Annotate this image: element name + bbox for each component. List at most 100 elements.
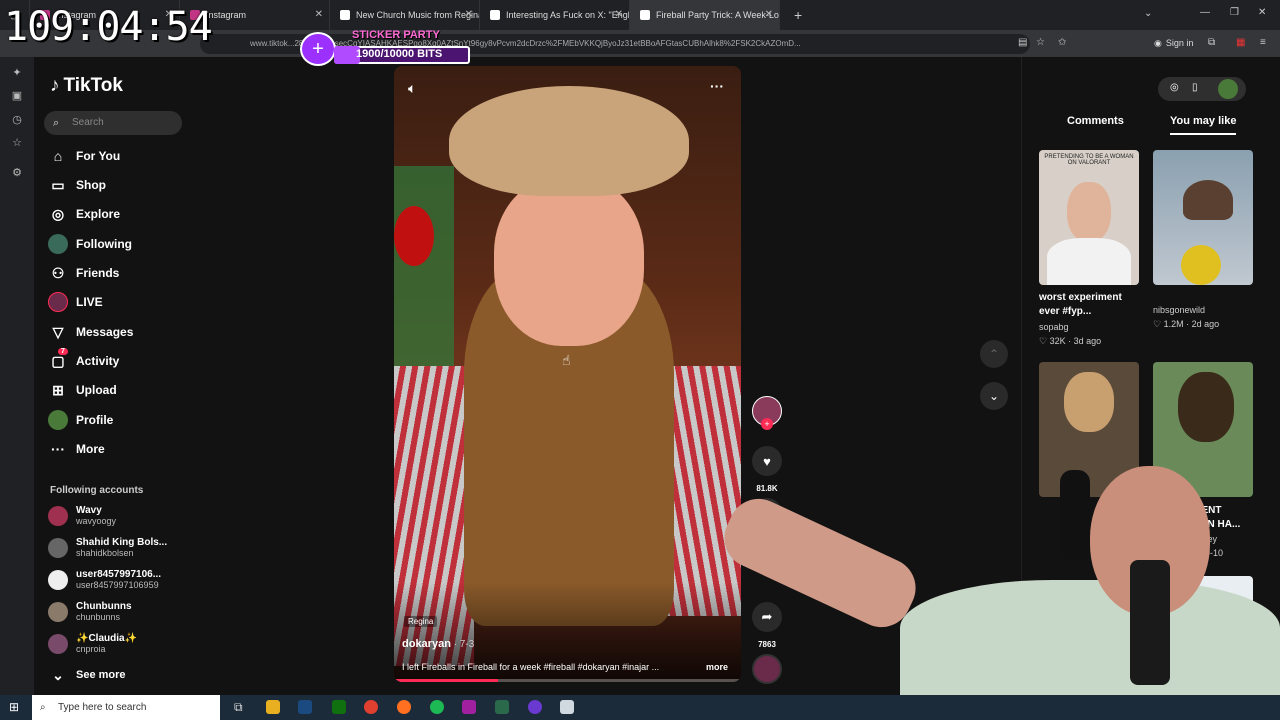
sign-in-button[interactable]: ◉ Sign in [1154, 38, 1193, 49]
search-icon: ⌕ [53, 117, 60, 129]
tiktok-logo[interactable]: ♪ TikTok [50, 75, 123, 97]
tab-fireball[interactable]: Fireball Party Trick: A Week-Lor ✕ [630, 0, 780, 30]
compass-icon[interactable]: ◎ [1170, 82, 1179, 93]
recommended-video-thumb[interactable] [1153, 150, 1253, 285]
sign-in-label: Sign in [1165, 38, 1194, 48]
activity-icon: ▢ 7 [48, 348, 68, 371]
previous-video-button[interactable]: ⌃ [980, 340, 1008, 368]
close-icon[interactable]: ✕ [465, 9, 473, 20]
nav-messages[interactable]: ▽ Messages [48, 321, 134, 343]
music-badge[interactable]: Regina [404, 616, 438, 627]
top-icons-group: ◎ ▯ [1158, 77, 1246, 101]
chrome-icon[interactable] [364, 700, 378, 714]
file-explorer-icon[interactable] [266, 700, 280, 714]
favorites-icon[interactable]: ✩ [1058, 37, 1066, 48]
star-icon[interactable]: ☆ [11, 137, 23, 149]
settings-icon[interactable]: ⚙ [11, 167, 23, 179]
nav-upload[interactable]: ⊞ Upload [48, 379, 117, 401]
excel-icon[interactable] [495, 700, 509, 714]
nav-profile[interactable]: Profile [48, 409, 113, 431]
xbox-icon[interactable] [332, 700, 346, 714]
avatar [48, 634, 68, 654]
messenger-icon[interactable] [528, 700, 542, 714]
history-icon[interactable]: ◷ [11, 114, 23, 126]
caption-more-link[interactable]: more [706, 662, 728, 672]
app-icon[interactable] [560, 700, 574, 714]
reader-icon[interactable]: ▤ [1018, 37, 1027, 48]
search-icon: ⌕ [40, 702, 46, 713]
close-window-button[interactable]: ✕ [1258, 7, 1266, 18]
close-icon[interactable]: ✕ [615, 9, 623, 20]
music-note-icon: ♪ [50, 75, 60, 96]
bits-count: 1900/10000 BITS [356, 48, 443, 60]
video-caption: I left Fireballs in Fireball for a week … [402, 662, 660, 672]
share-button[interactable]: ➦ 7863 [752, 602, 782, 649]
close-icon[interactable]: ✕ [315, 9, 323, 20]
video-player[interactable]: 🔈︎ ··· ☝︎ Regina dokaryan · 7-3 I left F… [394, 66, 741, 682]
account-item[interactable]: Chunbunns chunbunns [48, 599, 132, 625]
firefox-icon[interactable] [397, 700, 411, 714]
tab-church-music[interactable]: New Church Music from Regina ✕ [330, 0, 480, 30]
more-options-icon[interactable]: ··· [710, 78, 724, 94]
phone-icon[interactable]: ▯ [1192, 82, 1198, 93]
avatar[interactable] [1218, 79, 1238, 99]
minimize-button[interactable]: — [1200, 7, 1210, 18]
app-icon[interactable] [462, 700, 476, 714]
nav-live[interactable]: LIVE [48, 291, 103, 313]
account-item[interactable]: ✨Claudia✨ cnproia [48, 631, 137, 657]
windows-start-icon[interactable]: ⊞ [9, 700, 19, 714]
account-item[interactable]: user8457997106... user8457997106959 [48, 567, 161, 593]
thumb-face [1064, 372, 1114, 432]
recommended-video-caption[interactable]: worst experiment ever #fyp... [1039, 291, 1139, 319]
task-view-icon[interactable]: ⧉ [234, 700, 243, 715]
recommended-video-user[interactable]: sopabg [1039, 322, 1069, 332]
music-disc-icon [752, 654, 782, 684]
menu-icon[interactable]: ≡ [1260, 37, 1266, 48]
spotify-icon[interactable] [430, 700, 444, 714]
tab-x-post[interactable]: Interesting As Fuck on X: "Engli ✕ [480, 0, 630, 30]
tab-comments[interactable]: Comments [1067, 115, 1124, 127]
video-shirt-right [664, 366, 741, 616]
creator-avatar[interactable]: + [752, 396, 782, 430]
recommended-video-user[interactable]: nibsgonewild [1153, 305, 1205, 315]
see-more-button[interactable]: ⌄ See more [48, 664, 125, 686]
steam-icon[interactable] [298, 700, 312, 714]
new-tab-button[interactable]: + [794, 7, 802, 23]
thumb-shirt [1047, 238, 1131, 285]
nav-explore[interactable]: ◎ Explore [48, 203, 120, 225]
close-icon[interactable]: ✕ [765, 9, 773, 20]
taskbar-search[interactable]: ⌕ Type here to search [32, 695, 220, 720]
video-author[interactable]: dokaryan · 7-3 [402, 638, 474, 650]
live-avatar-icon [48, 292, 68, 312]
nav-activity[interactable]: ▢ 7 Activity [48, 348, 119, 372]
maximize-button[interactable]: ❐ [1230, 7, 1239, 18]
nav-for-you[interactable]: ⌂ For You [48, 145, 120, 167]
nav-more[interactable]: ··· More [48, 438, 105, 460]
bookmark-icon[interactable]: ☆ [1036, 37, 1045, 48]
tab-you-may-like[interactable]: You may like [1170, 115, 1237, 135]
sparkle-icon[interactable]: ✦ [11, 67, 23, 79]
nav-friends[interactable]: ⚇ Friends [48, 262, 120, 284]
music-disc[interactable] [752, 654, 782, 684]
account-item[interactable]: Shahid King Bols... shahidkbolsen [48, 535, 167, 561]
next-video-button[interactable]: ⌄ [980, 382, 1008, 410]
following-avatar-icon [48, 234, 68, 254]
user-icon: ◉ [1154, 38, 1162, 48]
search-input[interactable]: ⌕ Search [44, 111, 182, 135]
tab-search-icon[interactable]: ⌄ [1144, 8, 1152, 19]
cursor-icon: ☝︎ [562, 352, 571, 368]
volume-icon[interactable]: 🔈︎ [408, 80, 416, 97]
heart-icon: + [300, 32, 336, 66]
collections-icon[interactable]: ▣ [11, 90, 23, 102]
nav-shop[interactable]: ▭ Shop [48, 174, 106, 196]
video-progress-bar[interactable] [394, 679, 741, 682]
friends-icon: ⚇ [51, 264, 65, 281]
account-item[interactable]: Wavy wavyoogy [48, 503, 116, 529]
like-button[interactable]: ♥ 81.8K [752, 446, 782, 493]
extensions-icon[interactable]: ⧉ [1208, 37, 1215, 48]
extension-badge-icon[interactable]: ▦ [1236, 37, 1245, 48]
nav-following[interactable]: Following [48, 233, 132, 255]
follow-plus-icon[interactable]: + [761, 418, 773, 430]
thumb-face [1067, 182, 1111, 242]
recommended-video-thumb[interactable]: PRETENDING TO BE A WOMAN ON VALORANT [1039, 150, 1139, 285]
